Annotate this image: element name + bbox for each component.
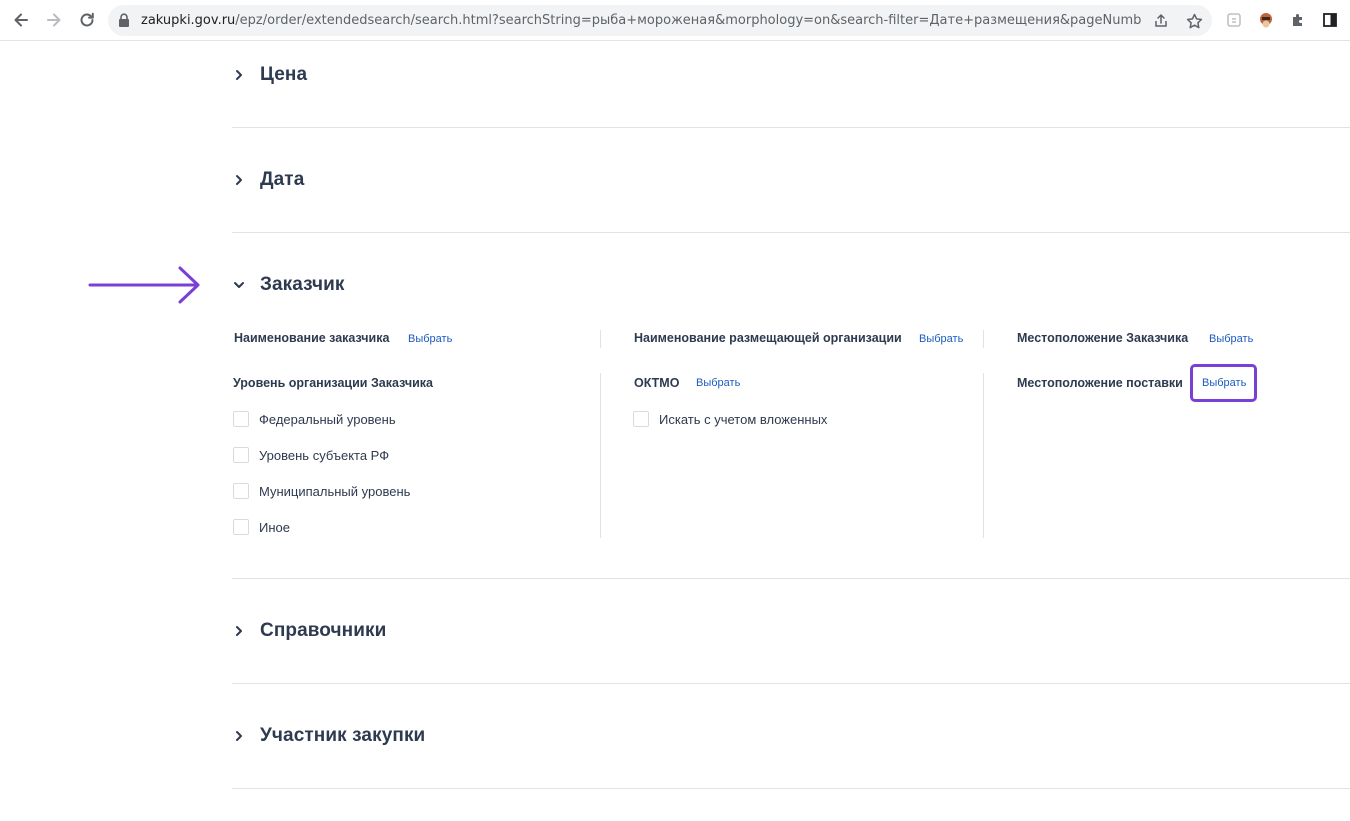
chevron-down-icon [232, 278, 246, 292]
placing-org-select-link[interactable]: Выбрать [919, 333, 963, 345]
customer-location-label: Местоположение Заказчика [1017, 331, 1189, 345]
browser-toolbar: zakupki.gov.ru/epz/order/extendedsearch/… [0, 0, 1350, 41]
checkbox[interactable] [233, 411, 249, 427]
delivery-location-label: Местоположение поставки [1017, 376, 1183, 390]
section-date-header[interactable]: Дата [232, 165, 304, 195]
forward-arrow-icon [47, 13, 61, 27]
reload-icon [80, 12, 94, 27]
level-municipal-checkbox[interactable]: Муниципальный уровень [233, 483, 410, 499]
section-directories-title: Справочники [260, 620, 387, 641]
section-price-title: Цена [260, 64, 308, 85]
side-panel-icon[interactable] [1319, 9, 1341, 31]
divider [232, 232, 1350, 233]
checkbox-label: Уровень субъекта РФ [259, 447, 390, 463]
checkbox[interactable] [233, 519, 249, 535]
customer-level-label: Уровень организации Заказчика [233, 376, 433, 390]
column-separator [983, 373, 984, 538]
extension-avatar-icon[interactable] [1255, 9, 1277, 31]
back-arrow-icon [14, 13, 28, 27]
divider [232, 683, 1350, 684]
section-directories-header[interactable]: Справочники [232, 616, 386, 646]
chevron-right-icon [232, 68, 246, 82]
checkbox[interactable] [633, 411, 649, 427]
level-region-checkbox[interactable]: Уровень субъекта РФ [233, 447, 389, 463]
divider [232, 127, 1350, 128]
url-text: zakupki.gov.ru/epz/order/extendedsearch/… [141, 13, 1141, 28]
bookmark-star-icon[interactable] [1184, 11, 1204, 31]
column-separator [600, 373, 601, 538]
back-button[interactable] [9, 8, 33, 32]
chevron-right-icon [232, 624, 246, 638]
forward-button[interactable] [42, 8, 66, 32]
section-customer-header[interactable]: Заказчик [232, 270, 345, 300]
section-participant-title: Участник закупки [260, 725, 426, 746]
oktmo-label: ОКТМО [634, 376, 680, 390]
reload-button[interactable] [75, 8, 99, 32]
customer-location-select-link[interactable]: Выбрать [1209, 333, 1253, 345]
extensions-puzzle-icon[interactable] [1287, 9, 1309, 31]
placing-org-label: Наименование размещающей организации [634, 331, 902, 345]
url-host: zakupki.gov.ru [141, 13, 236, 28]
delivery-location-select-link[interactable]: Выбрать [1202, 377, 1246, 389]
checkbox-label: Федеральный уровень [259, 411, 396, 427]
lock-icon [118, 13, 130, 32]
annotation-arrow-icon [88, 266, 200, 304]
checkbox[interactable] [233, 447, 249, 463]
divider [232, 578, 1350, 579]
section-price-header[interactable]: Цена [232, 60, 307, 90]
level-other-checkbox[interactable]: Иное [233, 519, 290, 535]
section-customer-title: Заказчик [260, 274, 345, 295]
section-date-title: Дата [260, 169, 305, 190]
chevron-right-icon [232, 729, 246, 743]
customer-name-label: Наименование заказчика [234, 331, 390, 345]
checkbox-label: Искать с учетом вложенных [659, 411, 828, 427]
include-nested-checkbox[interactable]: Искать с учетом вложенных [633, 411, 827, 427]
divider [232, 788, 1350, 789]
chevron-right-icon [232, 173, 246, 187]
address-bar[interactable]: zakupki.gov.ru/epz/order/extendedsearch/… [108, 5, 1212, 36]
oktmo-select-link[interactable]: Выбрать [696, 377, 740, 389]
customer-name-select-link[interactable]: Выбрать [408, 333, 452, 345]
checkbox-label: Муниципальный уровень [259, 483, 411, 499]
level-federal-checkbox[interactable]: Федеральный уровень [233, 411, 396, 427]
checkbox[interactable] [233, 483, 249, 499]
share-icon[interactable] [1151, 11, 1171, 31]
column-separator [600, 330, 601, 348]
url-path: /epz/order/extendedsearch/search.html?se… [235, 13, 1141, 28]
column-separator [983, 330, 984, 348]
section-participant-header[interactable]: Участник закупки [232, 721, 425, 751]
extension-page-icon[interactable] [1223, 9, 1245, 31]
checkbox-label: Иное [259, 519, 290, 535]
